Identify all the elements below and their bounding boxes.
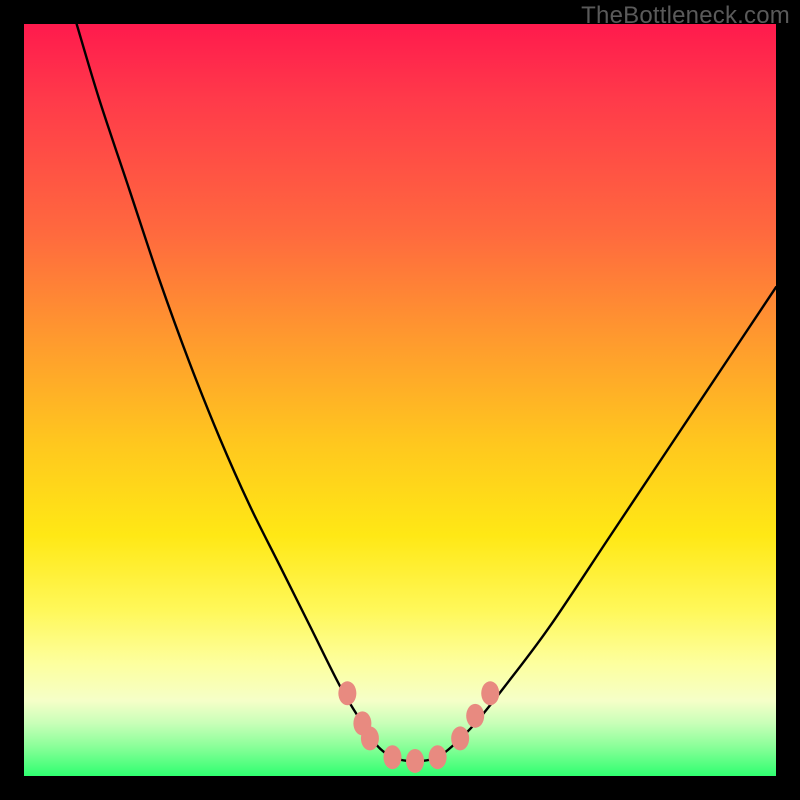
curve-marker [429, 745, 447, 769]
curve-marker [406, 749, 424, 773]
curve-marker [451, 726, 469, 750]
curve-marker [338, 681, 356, 705]
plot-area [24, 24, 776, 776]
curve-layer [24, 24, 776, 776]
bottleneck-curve [77, 24, 776, 761]
curve-marker [383, 745, 401, 769]
curve-markers [338, 681, 499, 773]
curve-marker [361, 726, 379, 750]
chart-frame: TheBottleneck.com [0, 0, 800, 800]
curve-marker [481, 681, 499, 705]
curve-marker [466, 704, 484, 728]
